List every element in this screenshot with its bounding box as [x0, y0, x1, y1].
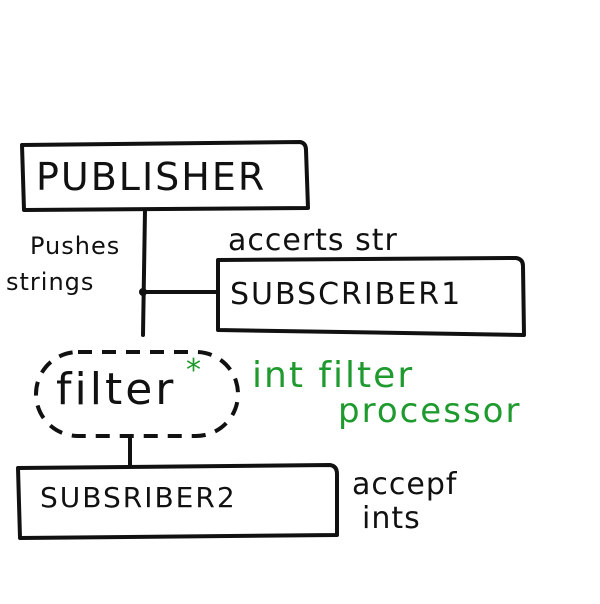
note-ints: ints [362, 501, 421, 536]
trunk-line [141, 208, 147, 337]
note-accepts-str: accerts str [228, 223, 398, 258]
note-accept: accepf [352, 467, 458, 502]
note-pushes: Pushes [30, 232, 121, 260]
note-strings: strings [6, 268, 95, 296]
note-processor: processor [338, 391, 522, 431]
filter-mark: * [186, 353, 201, 388]
filter-label: filter [56, 364, 177, 415]
publisher-label: PUBLISHER [36, 155, 267, 199]
subscriber1-label: SUBSCRIBER1 [230, 277, 463, 312]
subscriber2-label: SUBSRIBER2 [40, 481, 237, 514]
diagram-canvas: PUBLISHER Pushes strings accerts str SUB… [0, 0, 600, 600]
note-int-filter: int filter [252, 355, 415, 396]
